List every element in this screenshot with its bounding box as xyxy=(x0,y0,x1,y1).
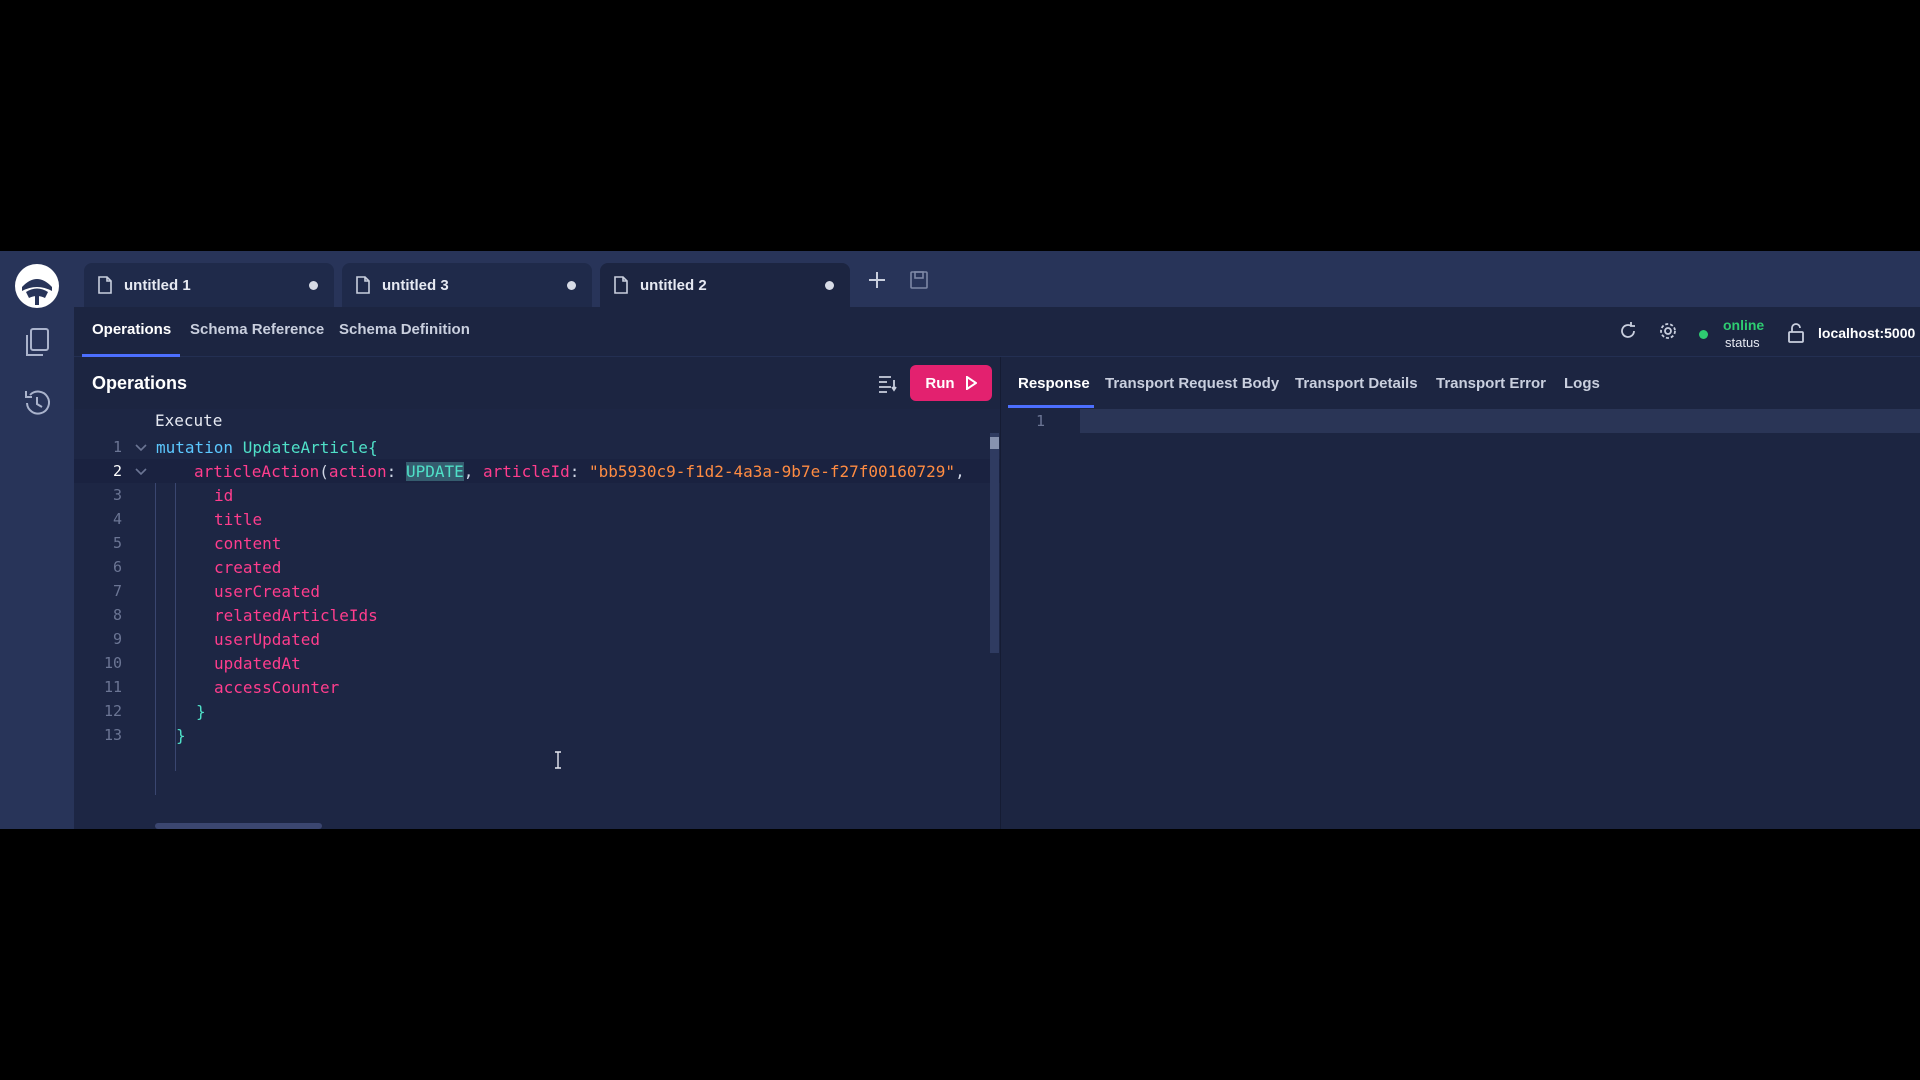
file-icon xyxy=(98,276,112,294)
tab-label: untitled 3 xyxy=(382,276,449,294)
code-line-1: 1 mutation UpdateArticle{ xyxy=(112,438,378,458)
tab-untitled-3[interactable]: untitled 3 xyxy=(342,263,592,307)
tab-label: untitled 2 xyxy=(640,276,707,294)
execute-codelens[interactable]: Execute xyxy=(155,411,222,430)
tab-untitled-1[interactable]: untitled 1 xyxy=(84,263,334,307)
left-rail xyxy=(0,251,74,829)
tab-logs[interactable]: Logs xyxy=(1564,375,1600,392)
settings-gear-icon[interactable] xyxy=(1658,321,1678,341)
code-line-3: 3 id xyxy=(112,486,234,505)
online-status-dot xyxy=(1699,330,1708,339)
refresh-icon[interactable] xyxy=(1618,321,1638,341)
tab-schema-definition[interactable]: Schema Definition xyxy=(339,321,470,338)
app-logo-icon xyxy=(0,263,74,309)
tab-response[interactable]: Response xyxy=(1018,375,1090,392)
code-line-8: 8 relatedArticleIds xyxy=(112,606,378,625)
code-line-10: 10 updatedAt xyxy=(103,654,301,673)
response-current-line xyxy=(1080,409,1920,433)
unsaved-dot-icon[interactable] xyxy=(309,281,318,290)
documents-icon[interactable] xyxy=(0,327,74,359)
file-icon xyxy=(614,276,628,294)
status-label: status xyxy=(1725,335,1760,350)
text-cursor-ibeam-icon xyxy=(554,751,562,769)
code-line-7: 7 userCreated xyxy=(112,582,320,601)
tab-transport-details[interactable]: Transport Details xyxy=(1295,375,1418,392)
tab-label: untitled 1 xyxy=(124,276,191,294)
unsaved-dot-icon[interactable] xyxy=(567,281,576,290)
fold-chevron-icon[interactable] xyxy=(134,463,148,482)
tab-transport-error[interactable]: Transport Error xyxy=(1436,375,1546,392)
code-line-6: 6 created xyxy=(112,558,282,577)
code-line-12: 12} xyxy=(103,702,206,721)
code-line-2: 2 articleAction(action: UPDATE, articleI… xyxy=(74,459,1000,483)
tab-transport-request-body[interactable]: Transport Request Body xyxy=(1105,375,1279,392)
vertical-scrollbar[interactable] xyxy=(990,433,999,653)
run-label: Run xyxy=(925,374,955,392)
scrollbar-thumb[interactable] xyxy=(990,437,999,449)
lock-icon[interactable] xyxy=(1788,323,1804,343)
horizontal-scrollbar[interactable] xyxy=(155,823,322,829)
endpoint-url[interactable]: localhost:5000 xyxy=(1818,325,1915,341)
save-icon[interactable] xyxy=(910,271,928,289)
code-line-13: 13} xyxy=(103,726,186,745)
code-line-11: 11 accessCounter xyxy=(103,678,340,697)
tab-bar: untitled 1 untitled 3 untitled 2 xyxy=(74,251,1920,307)
tab-untitled-2[interactable]: untitled 2 xyxy=(600,263,850,307)
fold-chevron-icon[interactable] xyxy=(134,439,148,458)
code-line-4: 4 title xyxy=(112,510,263,529)
run-button[interactable]: Run xyxy=(910,365,992,401)
tab-operations[interactable]: Operations xyxy=(92,321,171,338)
code-line-5: 5 content xyxy=(112,534,282,553)
top-navigation: Operations Schema Reference Schema Defin… xyxy=(74,307,1920,357)
play-icon xyxy=(965,376,977,390)
operations-title: Operations xyxy=(92,373,188,393)
response-line-number: 1 xyxy=(1036,412,1046,430)
unsaved-dot-icon[interactable] xyxy=(825,281,834,290)
file-icon xyxy=(356,276,370,294)
selected-enum-value: UPDATE xyxy=(405,462,464,481)
app-window: untitled 1 untitled 3 untitled 2 Operati… xyxy=(0,251,1920,829)
new-tab-plus-icon[interactable] xyxy=(868,271,886,289)
prettify-icon[interactable] xyxy=(878,375,898,393)
tab-schema-reference[interactable]: Schema Reference xyxy=(190,321,324,338)
active-response-tab-indicator xyxy=(1008,405,1094,408)
status-online-text: online xyxy=(1723,317,1765,333)
code-line-9: 9 userUpdated xyxy=(112,630,320,649)
panel-divider[interactable] xyxy=(1000,357,1001,829)
active-tab-indicator xyxy=(82,354,180,357)
history-icon[interactable] xyxy=(0,387,74,419)
